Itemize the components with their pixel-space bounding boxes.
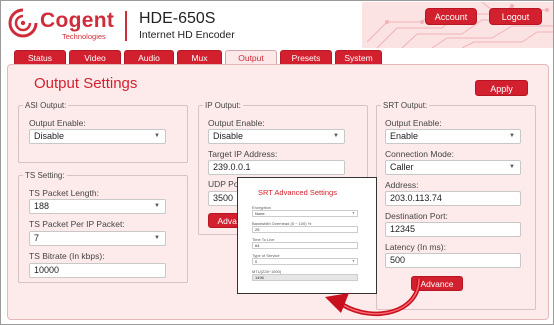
tab-video[interactable]: Video xyxy=(69,50,121,65)
encryption-select[interactable]: None ▼ xyxy=(252,210,358,217)
apply-button[interactable]: Apply xyxy=(475,80,528,96)
browser-frame: Cogent Technologies HDE-650S Internet HD… xyxy=(0,0,554,325)
ts-packet-length-value: 188 xyxy=(34,201,50,211)
type-of-service-value: 0 xyxy=(255,259,258,264)
product-name: HDE-650S xyxy=(139,10,216,27)
tab-mux[interactable]: Mux xyxy=(177,50,222,65)
chevron-down-icon: ▼ xyxy=(352,259,355,263)
chevron-down-icon: ▼ xyxy=(154,133,160,139)
ip-enable-select[interactable]: Disable ▼ xyxy=(208,129,345,144)
asi-enable-select[interactable]: Disable ▼ xyxy=(29,129,166,144)
header-divider xyxy=(125,11,127,41)
bandwidth-overhead-input[interactable]: 25 xyxy=(252,226,358,233)
destination-port-label: Destination Port: xyxy=(385,211,448,221)
tab-status[interactable]: Status xyxy=(14,50,66,65)
ts-bitrate-label: TS Bitrate (In kbps): xyxy=(29,251,105,261)
chevron-down-icon: ▼ xyxy=(352,211,355,215)
ts-packet-per-label: TS Packet Per IP Packet: xyxy=(29,219,125,229)
srt-enable-label: Output Enable: xyxy=(385,118,442,128)
connection-mode-label: Connection Mode: xyxy=(385,149,454,159)
asi-output-group: ASI Output: Output Enable: Disable ▼ xyxy=(18,101,188,163)
logout-button[interactable]: Logout xyxy=(489,8,542,25)
ip-output-legend: IP Output: xyxy=(203,101,243,110)
tab-bar: Status Video Audio Mux Output Presets Sy… xyxy=(2,48,553,65)
tab-output[interactable]: Output xyxy=(225,50,277,65)
chevron-down-icon: ▼ xyxy=(333,133,339,139)
srt-address-input[interactable]: 203.0.113.74 xyxy=(385,191,521,206)
srt-enable-value: Enable xyxy=(390,131,419,141)
ts-packet-per-select[interactable]: 7 ▼ xyxy=(29,231,166,246)
latency-input[interactable]: 500 xyxy=(385,253,521,268)
ts-packet-per-value: 7 xyxy=(34,233,40,243)
product-subtitle: Internet HD Encoder xyxy=(139,29,235,41)
ip-enable-label: Output Enable: xyxy=(208,118,265,128)
ts-bitrate-input[interactable]: 10000 xyxy=(29,263,166,278)
logo-icon xyxy=(8,8,38,38)
asi-output-legend: ASI Output: xyxy=(23,101,69,110)
tab-system[interactable]: System xyxy=(335,50,382,65)
chevron-down-icon: ▼ xyxy=(509,164,515,170)
logo-text: Cogent xyxy=(40,9,115,32)
curved-arrow-icon xyxy=(325,278,422,316)
ts-setting-legend: TS Setting: xyxy=(23,171,67,180)
chevron-down-icon: ▼ xyxy=(509,133,515,139)
destination-port-input[interactable]: 12345 xyxy=(385,222,521,237)
asi-enable-value: Disable xyxy=(34,131,65,141)
target-ip-label: Target IP Address: xyxy=(208,149,278,159)
ip-enable-value: Disable xyxy=(213,131,244,141)
srt-output-legend: SRT Output: xyxy=(381,101,430,110)
header: Cogent Technologies HDE-650S Internet HD… xyxy=(2,2,553,48)
srt-address-label: Address: xyxy=(385,180,419,190)
chevron-down-icon: ▼ xyxy=(154,203,160,209)
ts-packet-length-label: TS Packet Length: xyxy=(29,188,99,198)
target-ip-input[interactable]: 239.0.0.1 xyxy=(208,160,345,175)
srt-enable-select[interactable]: Enable ▼ xyxy=(385,129,521,144)
account-button[interactable]: Account xyxy=(425,8,477,25)
ts-packet-length-select[interactable]: 188 ▼ xyxy=(29,199,166,214)
encryption-value: None xyxy=(255,211,265,216)
asi-enable-label: Output Enable: xyxy=(29,118,86,128)
page-title: Output Settings xyxy=(34,75,138,92)
connection-mode-value: Caller xyxy=(390,162,414,172)
connection-mode-select[interactable]: Caller ▼ xyxy=(385,160,521,175)
logo-subtitle: Technologies xyxy=(62,32,106,41)
popup-title: SRT Advanced Settings xyxy=(258,188,337,197)
ts-setting-group: TS Setting: TS Packet Length: 188 ▼ TS P… xyxy=(18,171,188,283)
time-to-live-input[interactable]: 64 xyxy=(252,242,358,249)
tab-audio[interactable]: Audio xyxy=(124,50,174,65)
chevron-down-icon: ▼ xyxy=(154,235,160,241)
tab-presets[interactable]: Presets xyxy=(280,50,332,65)
type-of-service-select[interactable]: 0 ▼ xyxy=(252,258,358,265)
latency-label: Latency (In ms): xyxy=(385,242,446,252)
